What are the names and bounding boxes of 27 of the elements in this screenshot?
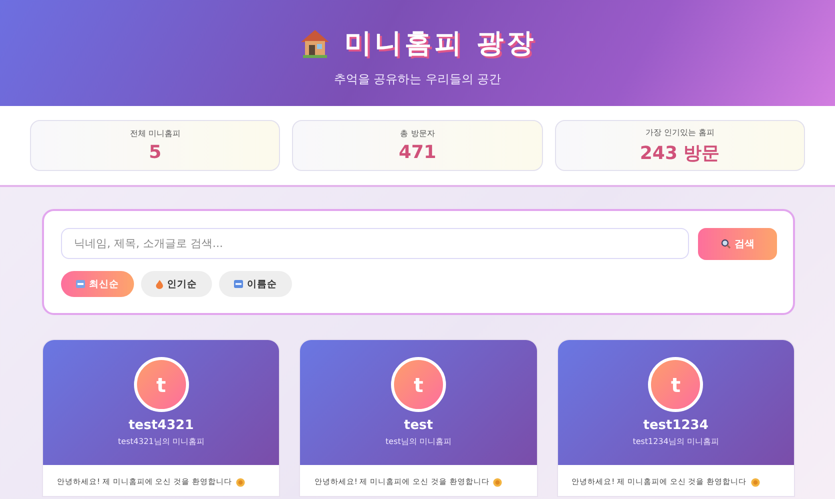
page-subtitle: 추억을 공유하는 우리들의 공간 <box>334 70 502 88</box>
stat-label: 가장 인기있는 홈피 <box>645 126 714 138</box>
stat-value: 243 방문 <box>640 142 720 164</box>
avatar: t <box>134 357 189 412</box>
avatar: t <box>648 357 704 412</box>
badge-icon <box>234 280 243 288</box>
homepage-title: test4321님의 미니홈피 <box>118 436 204 447</box>
homepage-title: test님의 미니홈피 <box>386 436 452 447</box>
stat-value: 471 <box>398 142 436 163</box>
homepage-title: test1234님의 미니홈피 <box>632 436 719 447</box>
badge-icon <box>76 280 85 288</box>
avatar: t <box>390 357 446 412</box>
owner-name: test <box>404 418 433 433</box>
stat-label: 전체 미니홈피 <box>130 128 180 139</box>
owner-name: test1234 <box>643 418 708 433</box>
page-title: 미니홈피 광장 <box>344 26 537 60</box>
sun-icon <box>236 478 245 486</box>
owner-name: test4321 <box>128 418 194 433</box>
sort-button[interactable]: 인기순 <box>141 271 212 297</box>
flame-icon <box>156 280 163 288</box>
sun-icon <box>493 478 502 486</box>
stat-value: 5 <box>148 142 162 163</box>
search-icon <box>720 239 730 249</box>
search-field[interactable]: 닉네임, 제목, 소개글로 검색... <box>61 228 689 259</box>
sun-icon <box>750 478 760 486</box>
stat-label: 총 방문자 <box>400 128 435 139</box>
sort-button[interactable]: 이름순 <box>219 271 292 297</box>
